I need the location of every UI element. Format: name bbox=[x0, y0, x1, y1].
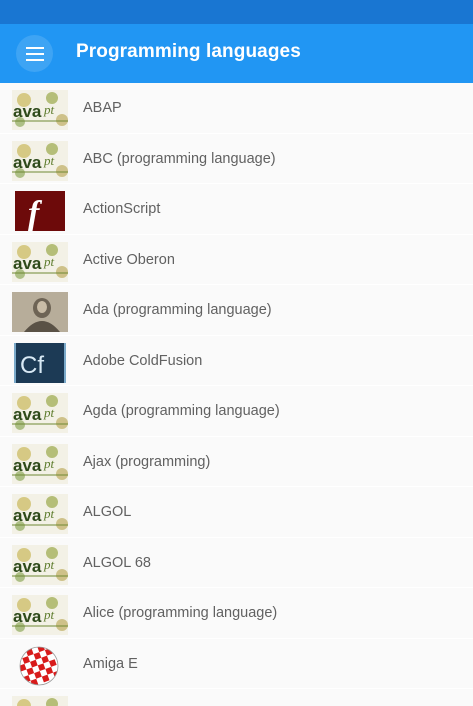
svg-text:pt: pt bbox=[43, 607, 55, 622]
list-item-label: Alice (programming language) bbox=[83, 605, 278, 621]
list-item[interactable]: ava pt Agda (programming language) bbox=[0, 386, 473, 437]
svg-text:ava: ava bbox=[13, 254, 42, 273]
java-logo-icon: ava pt bbox=[12, 90, 68, 130]
list-item-label: ActionScript bbox=[83, 201, 161, 217]
java-logo-icon: ava pt bbox=[12, 443, 68, 484]
list-item-label: Agda (programming language) bbox=[83, 403, 280, 419]
svg-text:ava: ava bbox=[13, 102, 42, 121]
java-logo-icon: ava pt bbox=[12, 140, 68, 181]
svg-text:pt: pt bbox=[43, 557, 55, 572]
list-item[interactable]: ava pt Active Oberon bbox=[0, 234, 473, 285]
ada-portrait-icon bbox=[12, 292, 68, 332]
svg-text:ava: ava bbox=[13, 405, 42, 424]
list-item-label: Ajax (programming) bbox=[83, 453, 211, 470]
list-item-label: ABAP bbox=[83, 100, 122, 116]
flash-icon: f bbox=[12, 191, 68, 231]
svg-text:ava: ava bbox=[13, 506, 42, 525]
list-item[interactable]: Cf Adobe ColdFusion bbox=[0, 335, 473, 386]
list-item[interactable]: ava pt Alice (programming language) bbox=[0, 588, 473, 639]
svg-text:Cf: Cf bbox=[20, 352, 44, 379]
list-item[interactable]: ava pt bbox=[0, 689, 473, 706]
menu-button[interactable] bbox=[16, 35, 53, 72]
java-logo-icon: ava pt bbox=[12, 595, 68, 635]
svg-text:ava: ava bbox=[13, 456, 42, 475]
app-title: Programming languages bbox=[76, 41, 301, 62]
svg-text:pt: pt bbox=[43, 153, 55, 168]
list-item[interactable]: f ActionScript bbox=[0, 184, 473, 235]
app-bar: Programming languages bbox=[0, 24, 473, 83]
status-bar bbox=[0, 0, 473, 24]
list-item-label: Adobe ColdFusion bbox=[83, 352, 203, 369]
java-logo-icon: ava pt bbox=[12, 696, 68, 706]
svg-text:pt: pt bbox=[43, 456, 55, 471]
list-item[interactable]: ava pt ALGOL bbox=[0, 487, 473, 538]
svg-text:pt: pt bbox=[43, 102, 55, 117]
svg-text:pt: pt bbox=[43, 254, 55, 269]
list-item-label: ALGOL bbox=[83, 504, 132, 520]
list-item-label: ALGOL 68 bbox=[83, 554, 151, 571]
java-logo-icon: ava pt bbox=[12, 544, 68, 585]
list-item-label: Amiga E bbox=[83, 655, 138, 672]
hamburger-menu-icon bbox=[25, 46, 44, 61]
list-item-label: Active Oberon bbox=[83, 251, 175, 268]
list-item[interactable]: ava pt ALGOL 68 bbox=[0, 537, 473, 588]
svg-text:ava: ava bbox=[13, 607, 42, 626]
svg-text:pt: pt bbox=[43, 405, 55, 420]
language-list[interactable]: ava pt ABAP ava pt ABC (programming lang… bbox=[0, 83, 473, 706]
list-item-label: ABC (programming language) bbox=[83, 150, 276, 167]
list-item[interactable]: Amiga E bbox=[0, 638, 473, 689]
svg-text:ava: ava bbox=[13, 557, 42, 576]
list-item[interactable]: ava pt ABAP bbox=[0, 83, 473, 134]
list-item[interactable]: ava pt Ajax (programming) bbox=[0, 436, 473, 487]
coldfusion-icon: Cf bbox=[12, 342, 68, 383]
list-item-label: Ada (programming language) bbox=[83, 302, 272, 318]
amiga-ball-icon bbox=[12, 645, 68, 686]
java-logo-icon: ava pt bbox=[12, 393, 68, 433]
svg-text:ava: ava bbox=[13, 153, 42, 172]
java-logo-icon: ava pt bbox=[12, 241, 68, 282]
svg-text:pt: pt bbox=[43, 506, 55, 521]
list-item[interactable]: ava pt ABC (programming language) bbox=[0, 133, 473, 184]
java-logo-icon: ava pt bbox=[12, 494, 68, 534]
list-item[interactable]: Ada (programming language) bbox=[0, 285, 473, 336]
